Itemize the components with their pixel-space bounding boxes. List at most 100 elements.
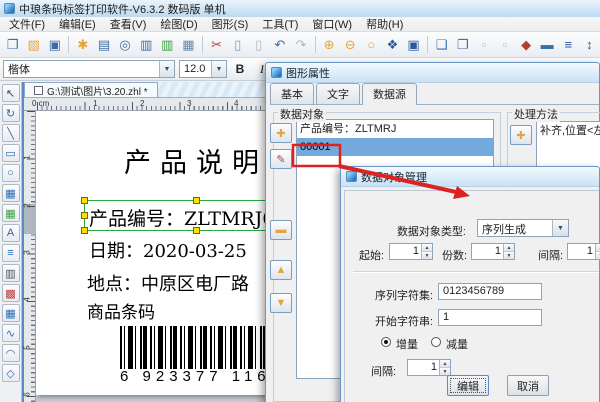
select-tool-icon[interactable]: ↖ bbox=[2, 84, 20, 102]
open-folder-icon[interactable]: ▧ bbox=[23, 34, 44, 56]
object-color-icon[interactable]: ▬ bbox=[537, 34, 558, 56]
spin-up-icon[interactable]: ▲ bbox=[422, 244, 432, 252]
cut-icon[interactable]: ✂ bbox=[206, 34, 227, 56]
tab-text[interactable]: 文字 bbox=[316, 83, 360, 104]
image-tool-icon[interactable]: ▦ bbox=[2, 184, 20, 202]
charset-input[interactable]: 0123456789 bbox=[438, 283, 542, 300]
align-icon[interactable]: ≡ bbox=[558, 34, 579, 56]
chevron-down-icon[interactable]: ▼ bbox=[552, 220, 568, 236]
list-item[interactable]: 补齐,位置<左端 bbox=[537, 122, 600, 140]
arc-tool-icon[interactable]: ◠ bbox=[2, 344, 20, 362]
data-object-group-label: 数据对象 bbox=[278, 106, 326, 122]
selection-handle[interactable] bbox=[81, 197, 88, 204]
tab-basic[interactable]: 基本 bbox=[270, 83, 314, 104]
selection-handle[interactable] bbox=[193, 197, 200, 204]
font-family-select[interactable]: 楷体 ▼ bbox=[3, 60, 175, 78]
rich-text-tool-icon[interactable]: ≡ bbox=[2, 244, 20, 262]
ellipse-tool-icon[interactable]: ○ bbox=[2, 164, 20, 182]
chevron-down-icon[interactable]: ▼ bbox=[211, 61, 226, 77]
menu-tools[interactable]: 工具(T) bbox=[255, 17, 305, 31]
zoom-icon[interactable]: ○ bbox=[361, 34, 382, 56]
barcode-tool-icon[interactable]: ▥ bbox=[2, 264, 20, 282]
rotate-tool-icon[interactable]: ↻ bbox=[2, 104, 20, 122]
spin-up-icon[interactable]: ▲ bbox=[504, 244, 514, 252]
edit-data-button[interactable]: ✎ bbox=[270, 149, 292, 169]
move-down-button[interactable]: ▼ bbox=[270, 293, 292, 313]
zoom-in-icon[interactable]: ⊕ bbox=[319, 34, 340, 56]
bold-button[interactable]: B bbox=[231, 60, 249, 78]
ungroup-icon[interactable]: ❐ bbox=[452, 34, 473, 56]
text-tool-icon[interactable]: A bbox=[2, 224, 20, 242]
dialog-title-bar[interactable]: 图形属性 bbox=[266, 63, 599, 83]
menu-help[interactable]: 帮助(H) bbox=[359, 17, 410, 31]
increase-radio[interactable] bbox=[381, 337, 391, 347]
spin-down-icon[interactable]: ▼ bbox=[504, 252, 514, 259]
print-preview-icon[interactable]: ◎ bbox=[115, 34, 136, 56]
grid-icon[interactable]: ▦ bbox=[178, 34, 199, 56]
group-icon[interactable]: ❏ bbox=[431, 34, 452, 56]
save-icon[interactable]: ▣ bbox=[44, 34, 65, 56]
date-text[interactable]: 日期：2020-03-25 bbox=[89, 237, 247, 263]
center-view-icon[interactable]: ▣ bbox=[403, 34, 424, 56]
font-size-select[interactable]: 12.0 ▼ bbox=[179, 60, 227, 78]
cancel-button[interactable]: 取消 bbox=[507, 375, 549, 396]
selection-handle[interactable] bbox=[81, 227, 88, 234]
label-title-text[interactable]: 产品说明 bbox=[124, 141, 268, 180]
menu-edit[interactable]: 编辑(E) bbox=[52, 17, 103, 31]
image-color-tool-icon[interactable]: ▦ bbox=[2, 204, 20, 222]
paste-icon[interactable]: ▯ bbox=[227, 34, 248, 56]
add-process-button[interactable]: ✚ bbox=[510, 125, 532, 145]
chevron-down-icon[interactable]: ▼ bbox=[159, 61, 174, 77]
qrcode-tool-icon[interactable]: ▩ bbox=[2, 284, 20, 302]
distribute-icon[interactable]: ↕ bbox=[579, 34, 600, 56]
fit-window-icon[interactable]: ❖ bbox=[382, 34, 403, 56]
decrease-radio[interactable] bbox=[431, 337, 441, 347]
line-tool-icon[interactable]: ╲ bbox=[2, 124, 20, 142]
product-code-text[interactable]: 产品编号：ZLTMRJ00 bbox=[89, 204, 287, 231]
database-add-icon[interactable]: ▥ bbox=[157, 34, 178, 56]
barcode-caption-text[interactable]: 商品条码 bbox=[87, 298, 155, 323]
spin-down-icon[interactable]: ▼ bbox=[596, 252, 600, 259]
menu-window[interactable]: 窗口(W) bbox=[305, 17, 359, 31]
database-icon[interactable]: ▥ bbox=[136, 34, 157, 56]
font-size-value: 12.0 bbox=[180, 63, 211, 75]
polygon-tool-icon[interactable]: ◇ bbox=[2, 364, 20, 382]
dialog-title-bar[interactable]: 数据对象管理 bbox=[341, 167, 599, 187]
menu-graphic[interactable]: 图形(S) bbox=[205, 17, 256, 31]
interval-spinner[interactable]: 1 ▲▼ bbox=[407, 359, 451, 376]
menu-view[interactable]: 查看(V) bbox=[103, 17, 154, 31]
tab-data-source[interactable]: 数据源 bbox=[362, 83, 417, 105]
print-icon[interactable]: ▤ bbox=[93, 34, 114, 56]
zoom-out-icon[interactable]: ⊖ bbox=[340, 34, 361, 56]
undo-icon[interactable]: ↶ bbox=[269, 34, 290, 56]
spin-up-icon[interactable]: ▲ bbox=[440, 360, 450, 368]
menu-file[interactable]: 文件(F) bbox=[2, 17, 52, 31]
spin-up-icon[interactable]: ▲ bbox=[596, 244, 600, 252]
rounded-rect-tool-icon[interactable]: ▭ bbox=[2, 144, 20, 162]
remove-data-button[interactable]: ▬ bbox=[270, 220, 292, 240]
document-tab[interactable]: G:\测试\图片\3.20.zhl * bbox=[24, 82, 158, 97]
selection-handle[interactable] bbox=[81, 212, 88, 219]
app-logo-icon bbox=[4, 3, 15, 14]
list-item[interactable]: 产品编号：ZLTMRJ bbox=[297, 120, 493, 138]
new-document-icon[interactable]: ❐ bbox=[2, 34, 23, 56]
lock-icon[interactable]: ◆ bbox=[516, 34, 537, 56]
spin-down-icon[interactable]: ▼ bbox=[440, 368, 450, 375]
copies-spinner[interactable]: 1 ▲▼ bbox=[471, 243, 515, 260]
gap-spinner[interactable]: 1 ▲▼ bbox=[567, 243, 600, 260]
add-data-button[interactable]: ✚ bbox=[270, 123, 292, 143]
start-spinner[interactable]: 1 ▲▼ bbox=[389, 243, 433, 260]
curve-tool-icon[interactable]: ∿ bbox=[2, 324, 20, 342]
location-text[interactable]: 地点：中原区电厂路 bbox=[87, 270, 249, 296]
type-value: 序列生成 bbox=[478, 220, 552, 236]
edit-button[interactable]: 编辑 bbox=[447, 375, 489, 396]
table-tool-icon[interactable]: ▦ bbox=[2, 304, 20, 322]
charset-label: 序列字符集: bbox=[375, 287, 433, 303]
spin-down-icon[interactable]: ▼ bbox=[422, 252, 432, 259]
type-select[interactable]: 序列生成 ▼ bbox=[477, 219, 569, 237]
start-string-input[interactable]: 1 bbox=[438, 309, 542, 326]
settings-icon[interactable]: ✱ bbox=[72, 34, 93, 56]
move-up-button[interactable]: ▲ bbox=[270, 260, 292, 280]
list-item-selected[interactable]: 00001 bbox=[297, 138, 493, 156]
menu-draw[interactable]: 绘图(D) bbox=[153, 17, 204, 31]
